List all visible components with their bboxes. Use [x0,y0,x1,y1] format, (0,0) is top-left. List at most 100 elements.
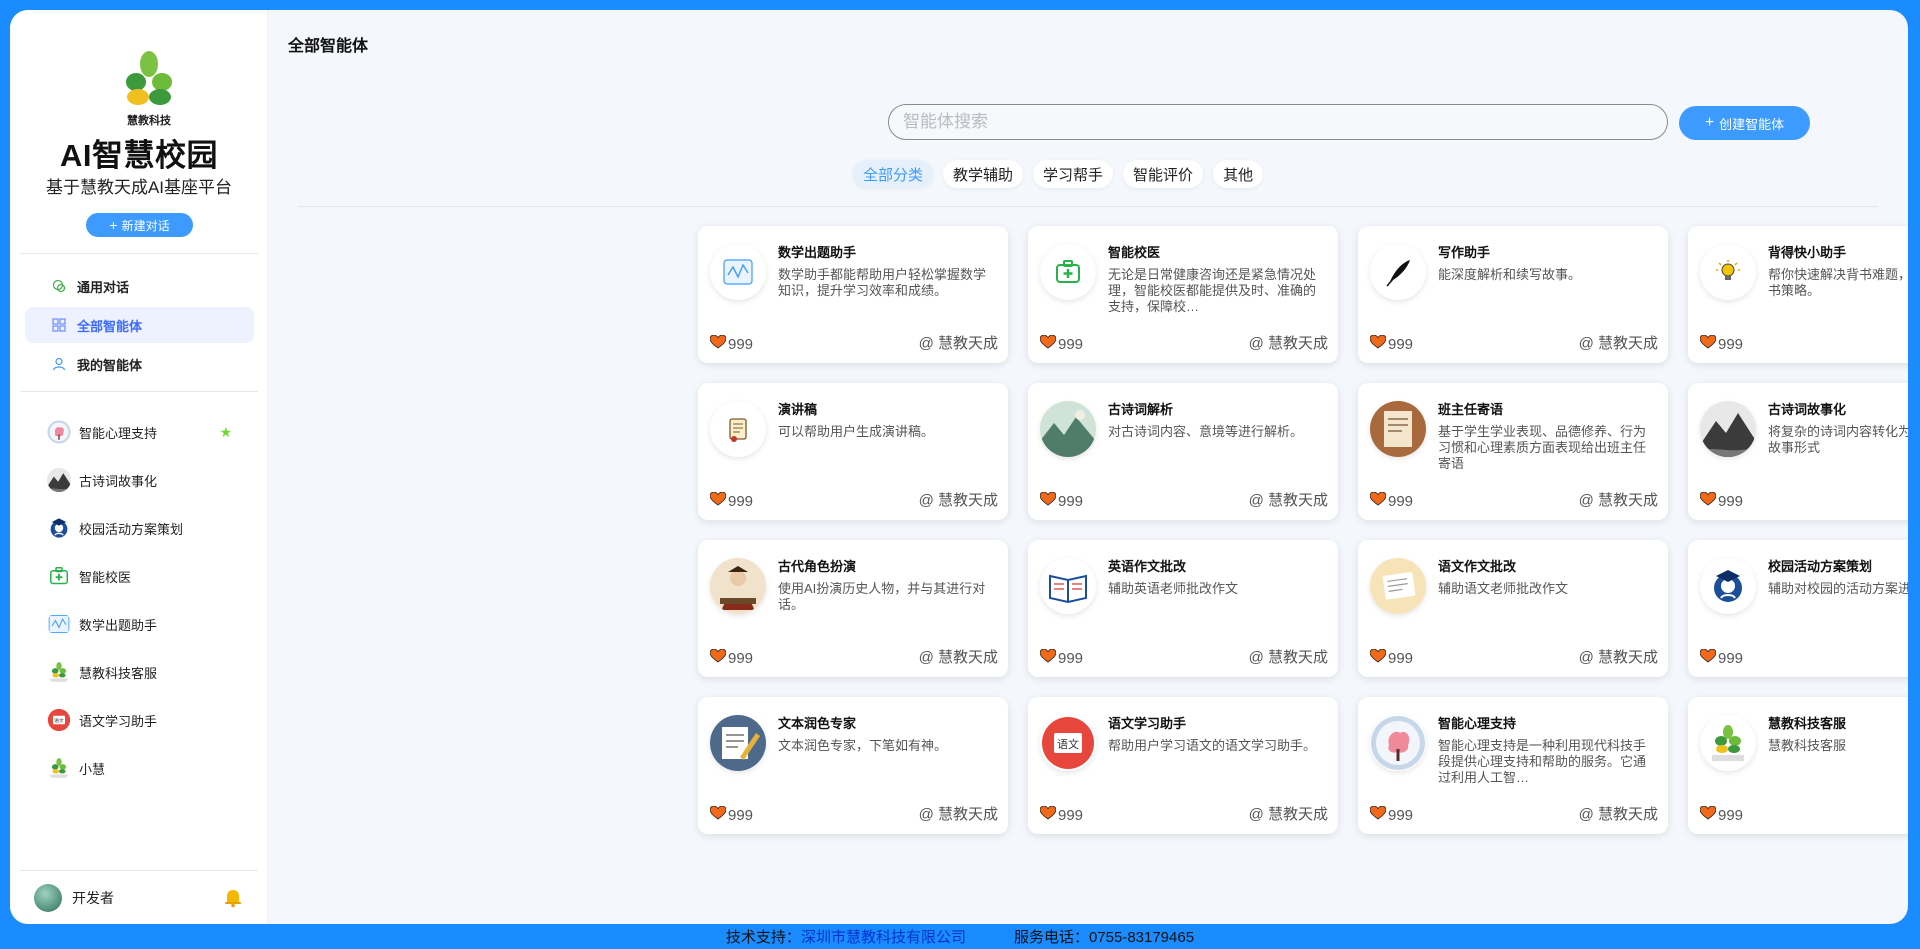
agent-card-description: 文本润色专家，下笔如有神。 [778,738,948,753]
agent-card-description: 可以帮助用户生成演讲稿。 [778,424,935,439]
filter-chip[interactable]: 教学辅助 [943,160,1024,188]
like-counter[interactable]: 999 [1699,648,1743,667]
agent-card[interactable]: 智能校医 无论是日常健康咨询还是紧急情况处理，智能校医都能提供及时、准确的支持，保… [1028,226,1338,363]
avatar[interactable] [34,883,62,912]
nav-item-my-agents[interactable]: 我的智能体 [25,346,254,382]
nav-item-all-agents[interactable]: 全部智能体 [25,307,254,343]
brain-icon [1370,715,1426,771]
like-counter[interactable]: 999 [1369,491,1413,510]
agent-card-title: 智能心理支持 [1438,716,1517,731]
like-counter[interactable]: 999 [1039,334,1084,353]
like-counter[interactable]: 999 [1039,805,1083,824]
agent-card[interactable]: 智能心理支持 智能心理支持是一种利用现代科技手段提供心理支持和帮助的服务。它通过利… [1358,697,1668,834]
agent-card[interactable]: 英语作文批改 辅助英语老师批改作文 999 @ 慧教天成 [1028,540,1338,677]
like-counter[interactable]: 999 [1699,334,1743,353]
agent-card[interactable]: 古诗词故事化将复杂的诗词内容转化为通俗易懂的故事形式999@ 慧教天成 [1688,383,1908,520]
agent-card-title: 班主任寄语 [1438,402,1504,417]
agent-card-grid: 数学出题助手 数学助手都能帮助用户轻松掌握数学知识，提升学习效率和成绩。 999 @ … [698,226,1908,834]
agent-card[interactable]: 班主任寄语基于学生学业表现、品德修养、行为习惯和心理素质方面表现给出班主任寄语 9… [1358,383,1668,520]
like-counter[interactable]: 999 [1369,648,1413,667]
agent-card-title: 古代角色扮演 [778,559,857,574]
bell-icon[interactable] [222,886,244,908]
agent-card-title: 校园活动方案策划 [1768,559,1873,574]
agent-card[interactable]: 背得快小助手帮你快速解决背书难题，提供有效背书策略。999@ 慧教天成 [1688,226,1908,363]
create-agent-button[interactable]: + 创建智能体 [1679,106,1810,140]
filter-chip[interactable]: 全部分类 [853,160,934,188]
book-icon: 语文 [47,708,71,732]
logo-icon [47,756,71,780]
footer-support-label: 技术支持： [725,929,801,946]
agent-card-author: @ 慧教天成 [1248,649,1328,666]
heart-icon [709,491,727,510]
agent-card[interactable]: 演讲稿 可以帮助用户生成演讲稿。 999 @ 慧教天成 [698,383,1008,520]
agent-card[interactable]: 文本润色专家 文本润色专家，下笔如有神。 999 @ 慧教天成 [698,697,1008,834]
heart-icon [1699,491,1717,510]
medkit-icon [1040,244,1096,300]
agent-card[interactable]: 古诗词解析 对古诗词内容、意境等进行解析。 999 @ 慧教天成 [1028,383,1338,520]
mountain-icon [47,468,71,492]
brand-logo: 慧教科技 [106,42,192,128]
heart-icon [1039,648,1057,667]
agent-card-title: 写作助手 [1438,245,1491,260]
pen-paper-icon [710,715,766,771]
like-counter[interactable]: 999 [709,491,753,510]
agent-card-author: @ 慧教天成 [918,806,998,823]
new-chat-button[interactable]: + 新建对话 [86,213,193,237]
agent-card[interactable]: 数学出题助手 数学助手都能帮助用户轻松掌握数学知识，提升学习效率和成绩。 999 @ … [698,226,1008,363]
like-counter[interactable]: 999 [1699,491,1743,510]
letter-icon [1370,401,1426,457]
sidebar-agent-item[interactable]: 语文 语文学习助手 [25,702,254,738]
math-icon [710,244,766,300]
agent-card-author: @ 慧教天成 [1578,335,1658,352]
sidebar-agent-item[interactable]: 小慧 [25,750,254,786]
filter-chip[interactable]: 其他 [1213,160,1264,188]
bulb-icon [1700,244,1756,300]
app-frame: 慧教科技 AI智慧校园 基于慧教天成AI基座平台 + 新建对话 通用对话 全部智… [10,10,1908,924]
sidebar-agent-item[interactable]: 古诗词故事化 [25,462,254,498]
like-counter[interactable]: 999 [1699,805,1743,824]
divider [20,391,258,392]
agent-card[interactable]: 语文作文批改 辅助语文老师批改作文 999 @ 慧教天成 [1358,540,1668,677]
logo-icon [1700,715,1756,771]
heart-icon [1369,648,1387,667]
sidebar-agent-label: 小慧 [79,761,106,777]
like-counter[interactable]: 999 [709,805,753,824]
agent-card[interactable]: 古代角色扮演 使用AI扮演历史人物，并与其进行对话。 999 @ 慧教天成 [698,540,1008,677]
like-counter[interactable]: 999 [1369,805,1413,824]
sidebar-agent-label: 古诗词故事化 [79,473,158,489]
sidebar-agent-item[interactable]: 数学出题助手 [25,606,254,642]
logo-icon [47,660,71,684]
sidebar-agent-item[interactable]: 慧教科技客服 [25,654,254,690]
sidebar-agent-item[interactable]: 校园活动方案策划 [25,510,254,546]
like-count: 999 [1058,335,1084,353]
like-count: 999 [1058,649,1084,667]
heart-icon [709,805,727,824]
sidebar-agent-item[interactable]: 智能校医 [25,558,254,594]
filter-chip[interactable]: 学习帮手 [1033,160,1114,188]
heart-icon [1369,805,1387,824]
grid-icon [51,317,67,333]
nav-item-general-chat[interactable]: 通用对话 [25,268,254,304]
like-counter[interactable]: 999 [1039,648,1084,667]
agent-card[interactable]: 慧教科技客服慧教科技客服999@ 开发者 [1688,697,1908,834]
like-counter[interactable]: 999 [1039,491,1083,510]
like-counter[interactable]: 999 [1369,334,1413,353]
like-counter[interactable]: 999 [709,648,753,667]
footer-support: 技术支持：深圳市慧教科技有限公司 [726,926,966,947]
footer-company-link[interactable]: 深圳市慧教科技有限公司 [801,929,966,946]
agent-card[interactable]: 写作助手 能深度解析和续写故事。 999 @ 慧教天成 [1358,226,1668,363]
agent-card-title: 演讲稿 [778,402,818,417]
agent-card-title: 慧教科技客服 [1768,716,1847,731]
star-icon[interactable]: ★ [219,424,232,441]
agent-card[interactable]: 校园活动方案策划辅助对校园的活动方案进行策划999@ 慧教天成 [1688,540,1908,677]
sidebar-agent-label: 语文学习助手 [79,713,158,729]
agent-card[interactable]: 语文 语文学习助手 帮助用户学习语文的语文学习助手。 999 @ 慧教天成 [1028,697,1338,834]
search-input[interactable] [903,112,1667,132]
filter-chip[interactable]: 智能评价 [1123,160,1204,188]
scroll-icon [710,401,766,457]
sidebar-agent-item[interactable]: 智能心理支持 ★ [25,414,254,450]
agent-card-description: 基于学生学业表现、品德修养、行为习惯和心理素质方面表现给出班主任寄语 [1438,424,1647,471]
footer: 技术支持：深圳市慧教科技有限公司 服务电话：0755-83179465 [0,924,1920,949]
like-counter[interactable]: 999 [709,334,753,353]
agent-card-author: @ 慧教天成 [1578,649,1658,666]
